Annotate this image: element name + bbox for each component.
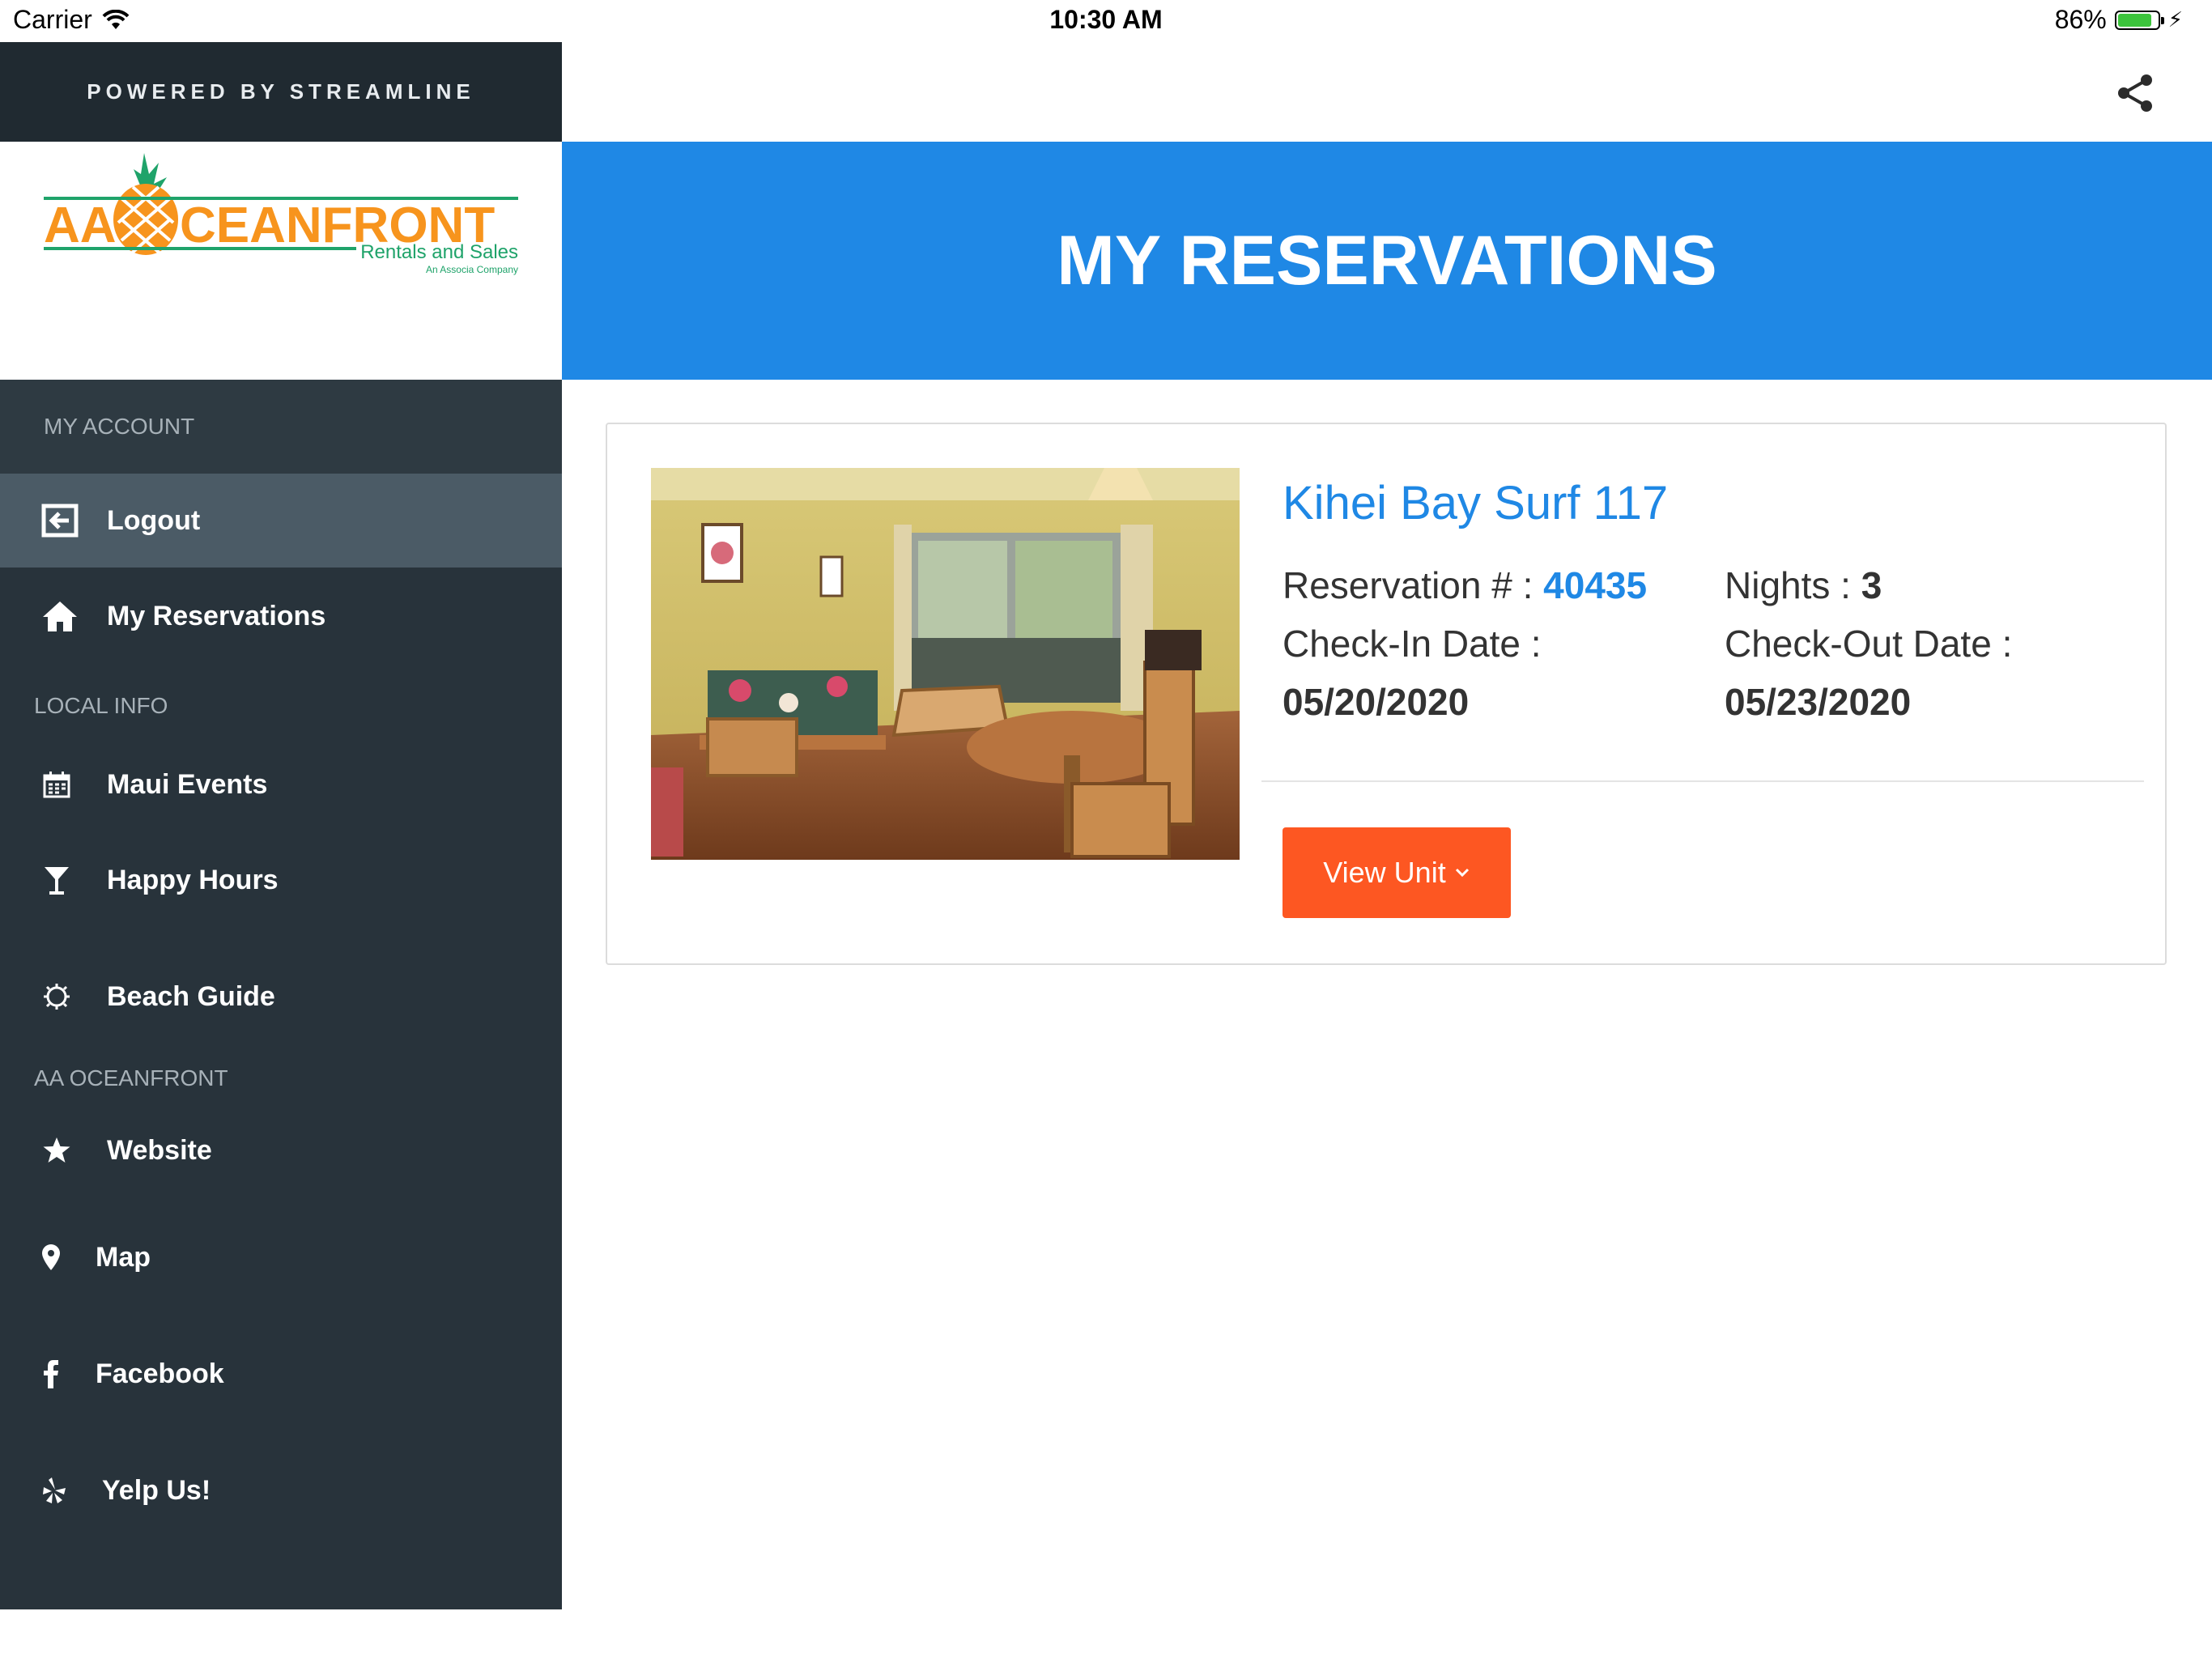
sidebar-item-label: Maui Events: [107, 768, 268, 800]
logo-subtagline: An Associa Company: [426, 264, 518, 275]
sidebar-item-maui-events[interactable]: Maui Events: [0, 747, 562, 822]
nights-label: Nights :: [1725, 564, 1861, 606]
sidebar-item-map[interactable]: Map: [0, 1199, 562, 1316]
nights-value: 3: [1861, 564, 1882, 606]
page-header: MY RESERVATIONS: [562, 142, 2212, 380]
checkin-date: 05/20/2020: [1283, 681, 1470, 723]
home-icon: [28, 599, 92, 633]
sidebar-item-facebook[interactable]: Facebook: [0, 1316, 562, 1432]
reservation-card: Kihei Bay Surf 117 Reservation # : 40435…: [606, 423, 2167, 965]
sidebar-item-label: Facebook: [96, 1358, 224, 1389]
facebook-icon: [24, 1359, 78, 1388]
status-bar: Carrier 10:30 AM 86% ⚡: [0, 0, 2212, 42]
reservation-number-value: 40435: [1543, 564, 1648, 606]
section-local-info: LOCAL INFO: [34, 693, 168, 718]
sidebar-item-label: Beach Guide: [107, 980, 275, 1012]
star-icon: [24, 1137, 89, 1164]
checkin-label: Check-In Date :: [1283, 623, 1542, 665]
sidebar-item-beach-guide[interactable]: Beach Guide: [0, 938, 562, 1055]
checkout-label: Check-Out Date :: [1725, 623, 2013, 665]
brand-logo: AA CEANFRONT Rentals and Sales An Associ…: [0, 142, 562, 380]
sidebar: POWERED BY STREAMLINE AA CEANFRONT Renta…: [0, 42, 562, 1609]
share-icon: [2118, 74, 2152, 112]
aa-oceanfront-logo: AA CEANFRONT Rentals and Sales An Associ…: [44, 153, 518, 275]
sidebar-item-yelp[interactable]: Yelp Us!: [0, 1432, 562, 1549]
share-button[interactable]: [2115, 73, 2155, 113]
status-time: 10:30 AM: [1049, 5, 1163, 34]
section-my-account: MY ACCOUNT: [0, 380, 562, 474]
sidebar-item-label: Website: [107, 1134, 212, 1166]
battery-icon: [2114, 10, 2164, 30]
top-bar: [562, 42, 2212, 143]
unit-name-link[interactable]: Kihei Bay Surf 117: [1283, 476, 1668, 530]
sidebar-item-label: Logout: [107, 504, 201, 536]
reservation-number-label: Reservation # :: [1283, 564, 1544, 606]
battery-fill: [2117, 13, 2151, 27]
calendar-icon: [24, 771, 89, 798]
battery-indicator: 86% ⚡: [2055, 5, 2183, 35]
unit-photo[interactable]: [651, 468, 1240, 860]
sidebar-item-label: Happy Hours: [107, 864, 279, 895]
yelp-icon: [24, 1477, 84, 1504]
logo-tagline: Rentals and Sales: [360, 241, 518, 263]
card-divider: [1261, 780, 2144, 782]
charging-icon: ⚡: [2167, 7, 2183, 32]
powered-by-banner: POWERED BY STREAMLINE: [0, 42, 562, 142]
unit-photo-image: [651, 468, 1240, 860]
sun-icon: [24, 982, 89, 1011]
svg-text:AA: AA: [44, 198, 117, 253]
page-title: MY RESERVATIONS: [1057, 221, 1717, 300]
nights-row: Nights : 3: [1725, 563, 1882, 607]
sidebar-item-my-reservations[interactable]: My Reservations: [0, 568, 562, 665]
view-unit-button[interactable]: View Unit: [1283, 827, 1511, 918]
view-unit-label: View Unit: [1323, 856, 1446, 889]
map-pin-icon: [24, 1244, 78, 1271]
chevron-down-icon: [1454, 867, 1470, 878]
sidebar-item-label: Yelp Us!: [102, 1474, 211, 1506]
battery-percent: 86%: [2054, 5, 2107, 34]
checkout-date: 05/23/2020: [1725, 681, 1912, 723]
sidebar-item-logout[interactable]: Logout: [0, 474, 562, 568]
reservation-number-row: Reservation # : 40435: [1283, 563, 1647, 607]
sidebar-item-label: My Reservations: [107, 600, 326, 631]
logout-icon: [28, 504, 92, 538]
sidebar-item-label: Map: [96, 1241, 151, 1273]
sidebar-item-happy-hours[interactable]: Happy Hours: [0, 822, 562, 938]
cocktail-icon: [24, 865, 89, 895]
section-aa-oceanfront: AA OCEANFRONT: [34, 1065, 228, 1090]
sidebar-item-website[interactable]: Website: [0, 1102, 562, 1199]
